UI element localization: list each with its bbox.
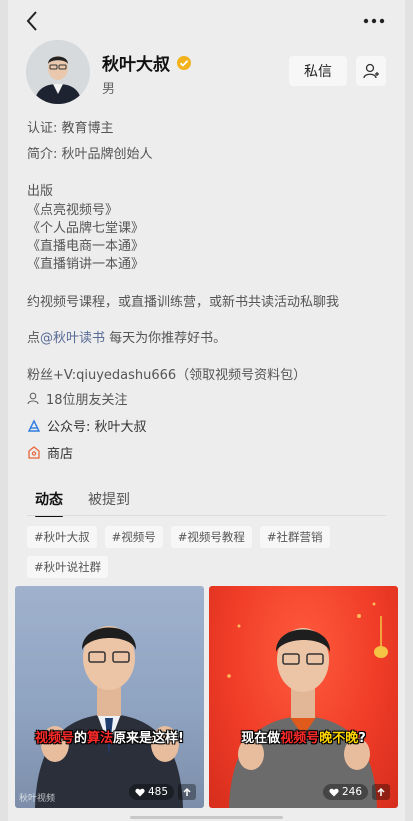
friends-following-label: 18位朋友关注 <box>46 393 128 408</box>
share-icon <box>377 787 385 796</box>
caption-part: 算法 <box>87 731 114 746</box>
like-count: 485 <box>128 784 174 800</box>
avatar[interactable] <box>26 40 90 104</box>
video-caption: 视频号的算法原来是这样! <box>15 727 204 746</box>
recommend-link[interactable]: @秋叶读书 <box>40 331 105 346</box>
tab-mentions[interactable]: 被提到 <box>88 489 130 509</box>
caption-part: 晚不晚 <box>319 731 359 746</box>
name-row: 秋叶大叔 <box>102 50 192 75</box>
share-button[interactable] <box>372 784 390 800</box>
follow-button[interactable] <box>356 56 386 86</box>
book-item: 《个人品牌七堂课》 <box>27 221 145 236</box>
tabs-divider <box>27 515 386 516</box>
message-button[interactable]: 私信 <box>289 56 347 86</box>
caption-part: 现在做 <box>241 731 281 746</box>
shop-link[interactable]: 商店 <box>27 443 73 462</box>
caption-part: 原来是这样! <box>113 731 184 746</box>
back-icon[interactable] <box>22 8 44 34</box>
video-card[interactable]: 视频号的算法原来是这样! 秋叶视频 485 <box>15 586 204 808</box>
intro-text: 简介: 秋叶品牌创始人 <box>27 147 153 162</box>
right-edge <box>405 0 413 821</box>
share-icon <box>183 787 191 796</box>
topic-tag[interactable]: #社群营销 <box>259 526 330 548</box>
official-account-icon <box>27 418 41 432</box>
video-watermark: 秋叶视频 <box>19 794 56 804</box>
tab-posts[interactable]: 动态 <box>35 489 63 517</box>
home-indicator <box>130 816 283 819</box>
content-tabs: 动态 被提到 <box>35 489 155 517</box>
official-account-link[interactable]: 公众号: 秋叶大叔 <box>27 416 147 435</box>
publish-heading: 出版 <box>27 184 54 199</box>
like-count-value: 246 <box>341 786 362 798</box>
friends-following[interactable]: 18位朋友关注 <box>27 389 128 408</box>
topic-tag[interactable]: #秋叶说社群 <box>27 556 109 578</box>
shop-label: 商店 <box>47 447 74 462</box>
add-friend-icon <box>363 63 379 79</box>
caption-part: 视频号 <box>35 731 75 746</box>
profile-name: 秋叶大叔 <box>102 55 170 75</box>
recommend-prefix: 点 <box>27 331 41 346</box>
more-icon[interactable] <box>361 8 387 34</box>
caption-part: 的 <box>74 731 88 746</box>
friends-icon <box>27 392 39 405</box>
video-thumbnail-person <box>227 602 388 808</box>
nav-bar <box>0 6 413 36</box>
invite-text: 约视频号课程，或直播训练营，或新书共读活动私聊我 <box>27 295 340 310</box>
like-count-value: 485 <box>147 786 168 798</box>
topic-tag[interactable]: #秋叶大叔 <box>27 526 97 548</box>
book-item: 《直播电商一本通》 <box>27 239 145 254</box>
video-card[interactable]: 现在做视频号晚不晚? 246 <box>209 586 398 808</box>
left-edge <box>0 0 8 821</box>
official-account-label: 公众号: 秋叶大叔 <box>47 420 147 435</box>
video-thumbnail-person <box>35 626 183 808</box>
caption-part: 视频号 <box>280 731 320 746</box>
caption-part: ? <box>358 731 366 746</box>
book-item: 《直播销讲一本通》 <box>27 257 145 272</box>
book-item: 《点亮视频号》 <box>27 203 119 218</box>
topic-tag[interactable]: #视频号 <box>104 526 163 548</box>
shop-icon <box>28 445 40 459</box>
like-count: 246 <box>322 784 368 800</box>
heart-icon <box>329 788 339 796</box>
topic-tag[interactable]: #视频号教程 <box>170 526 252 548</box>
heart-icon <box>135 788 145 796</box>
share-button[interactable] <box>178 784 196 800</box>
recommend-line: 点@秋叶读书 每天为你推荐好书。 <box>27 327 226 346</box>
gender-label: 男 <box>102 82 116 97</box>
certification-text: 认证: 教育博主 <box>27 121 114 136</box>
profile-page: 秋叶大叔 男 私信 认证: 教育博主 简介: 秋叶品牌创始人 出版 《点亮视频号… <box>0 0 413 821</box>
recommend-suffix: 每天为你推荐好书。 <box>105 331 227 346</box>
video-caption: 现在做视频号晚不晚? <box>209 727 398 746</box>
topic-tags: #秋叶大叔 #视频号 #视频号教程 #社群营销 #秋叶说社群 <box>27 526 387 586</box>
fans-contact-text: 粉丝+V:qiuyedashu666（领取视频号资料包） <box>27 368 307 383</box>
verified-badge-icon <box>177 55 191 70</box>
